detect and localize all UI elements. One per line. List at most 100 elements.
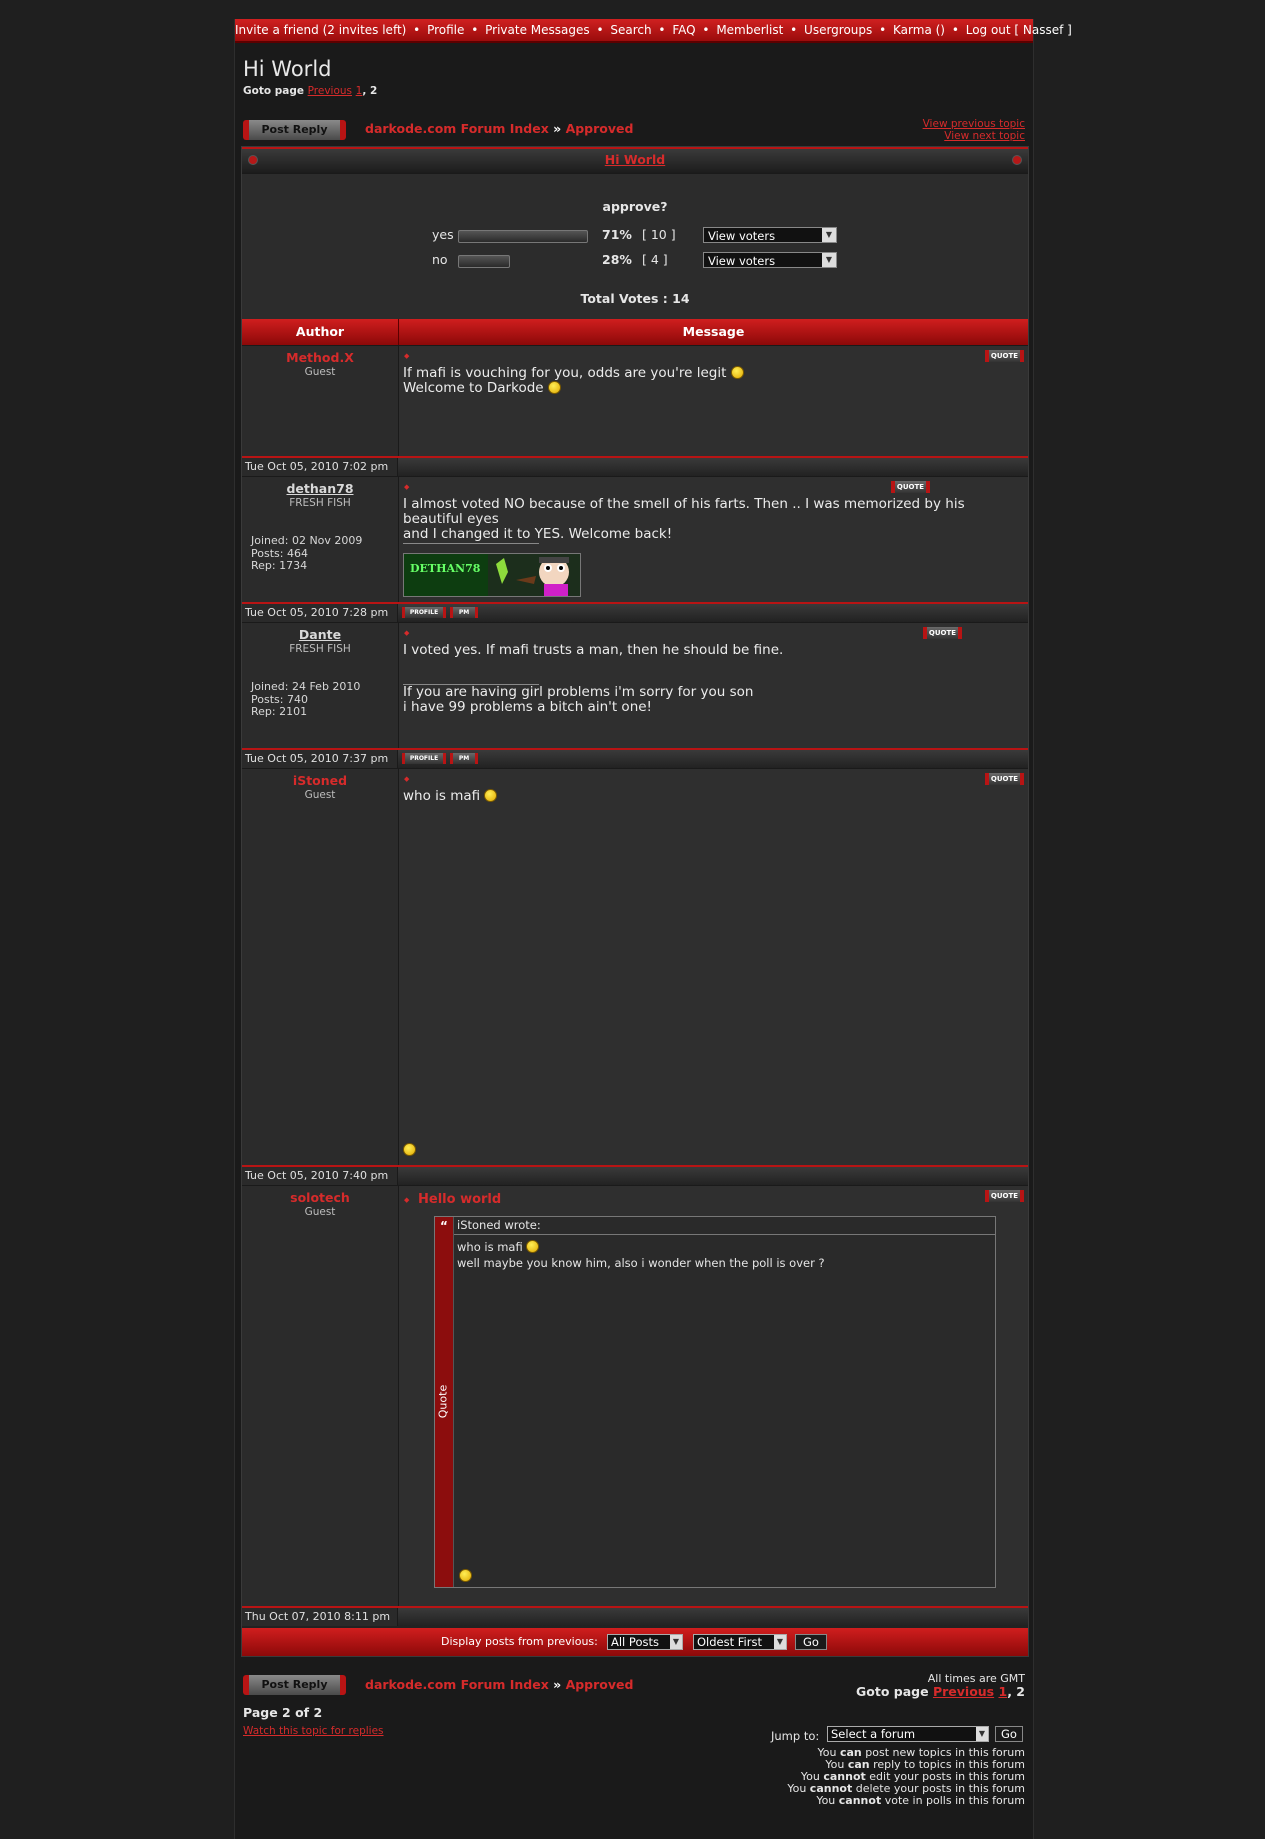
watch-topic-link[interactable]: Watch this topic for replies bbox=[243, 1725, 384, 1737]
view-previous-topic-link[interactable]: View previous topic bbox=[923, 118, 1025, 130]
nav-separator: • bbox=[790, 23, 798, 37]
post-row: Dante FRESH FISH Joined: 24 Feb 2010 Pos… bbox=[242, 622, 1028, 748]
quote-button[interactable]: QUOTE bbox=[891, 481, 930, 493]
nav-logout[interactable]: Log out [ Nassef ] bbox=[966, 23, 1072, 37]
goto-label: Goto page bbox=[856, 1684, 929, 1699]
view-next-topic-link[interactable]: View next topic bbox=[923, 130, 1025, 142]
profile-button[interactable]: PROFILE bbox=[402, 753, 446, 764]
post-row: dethan78 FRESH FISH Joined: 02 Nov 2009 … bbox=[242, 476, 1028, 602]
quote-button[interactable]: QUOTE bbox=[923, 627, 962, 639]
post-date: Thu Oct 07, 2010 8:11 pm bbox=[242, 1608, 398, 1626]
page-of-label: Page 2 of 2 bbox=[243, 1705, 323, 1720]
breadcrumb-forum-link[interactable]: Approved bbox=[566, 1677, 634, 1692]
chevron-down-icon: ▼ bbox=[774, 1635, 786, 1649]
nav-separator: • bbox=[879, 23, 887, 37]
jump-go-button[interactable]: Go bbox=[995, 1726, 1023, 1742]
quote-block: “ Quote iStoned wrote: who is mafi well … bbox=[434, 1216, 996, 1588]
view-voters-value: View voters bbox=[708, 229, 776, 243]
poll-question: approve? bbox=[602, 199, 668, 214]
post-text-line: I voted yes. If mafi trusts a man, then … bbox=[403, 642, 784, 658]
nav-private-messages[interactable]: Private Messages bbox=[485, 23, 590, 37]
post-author-name[interactable]: iStoned bbox=[242, 773, 398, 788]
signature-text: If you are having girl problems i'm sorr… bbox=[403, 685, 753, 715]
post-author-rank: FRESH FISH bbox=[289, 643, 351, 655]
post-link-icon[interactable]: ◆ bbox=[404, 629, 409, 637]
perm-post: vote in polls in this forum bbox=[881, 1794, 1025, 1807]
post-link-icon[interactable]: ◆ bbox=[404, 1196, 409, 1204]
author-joined: Joined: 02 Nov 2009 bbox=[251, 534, 363, 547]
poll-option-label: no bbox=[432, 252, 448, 267]
pm-button[interactable]: PM bbox=[450, 753, 478, 764]
breadcrumb-index-link[interactable]: darkode.com Forum Index bbox=[365, 1677, 549, 1692]
post-body: I voted yes. If mafi trusts a man, then … bbox=[403, 643, 783, 658]
quote-text-line: well maybe you know him, also i wonder w… bbox=[457, 1256, 825, 1270]
goto-previous-link[interactable]: Previous bbox=[933, 1684, 994, 1699]
poll-percent-yes: 71% bbox=[602, 227, 632, 242]
post-message-cell: ◆ QUOTE I voted yes. If mafi trusts a ma… bbox=[399, 623, 1028, 748]
poll-title-bar: Hi World bbox=[242, 147, 1028, 173]
post-author-rank: Guest bbox=[304, 789, 336, 801]
goto-label: Goto page bbox=[243, 85, 304, 97]
post-subject: Hello world bbox=[418, 1192, 502, 1207]
view-voters-select-no[interactable]: View voters ▼ bbox=[703, 252, 837, 268]
post-author-cell: Dante FRESH FISH Joined: 24 Feb 2010 Pos… bbox=[242, 623, 399, 748]
signature-banner-text: DETHAN78 bbox=[410, 562, 481, 575]
post-author-name[interactable]: Dante bbox=[242, 627, 398, 642]
quote-sidebar: “ Quote bbox=[435, 1217, 454, 1587]
topic-table: Hi World approve? yes 71% [ 10 ] View vo… bbox=[241, 146, 1029, 1657]
post-footer: Thu Oct 07, 2010 8:11 pm bbox=[242, 1606, 1028, 1626]
breadcrumb-arrow: » bbox=[553, 121, 562, 136]
quote-author: iStoned wrote: bbox=[454, 1217, 995, 1235]
quote-button[interactable]: QUOTE bbox=[985, 773, 1024, 785]
post-author-info: Joined: 24 Feb 2010 Posts: 740 Rep: 2101 bbox=[251, 680, 360, 719]
chevron-down-icon: ▼ bbox=[822, 253, 836, 267]
post-author-info: Joined: 02 Nov 2009 Posts: 464 Rep: 1734 bbox=[251, 534, 363, 573]
table-header: Author Message bbox=[242, 319, 1028, 345]
post-author-name[interactable]: solotech bbox=[242, 1190, 398, 1205]
post-author-name[interactable]: Method.X bbox=[242, 350, 398, 365]
poll-title-link[interactable]: Hi World bbox=[605, 152, 665, 167]
breadcrumb-index-link[interactable]: darkode.com Forum Index bbox=[365, 121, 549, 136]
nav-profile[interactable]: Profile bbox=[427, 23, 464, 37]
post-text-line: and I changed it to YES. Welcome back! bbox=[403, 526, 673, 542]
nav-search[interactable]: Search bbox=[610, 23, 651, 37]
post-author-rank: FRESH FISH bbox=[289, 497, 351, 509]
poll-bar-no bbox=[458, 255, 510, 268]
nav-faq[interactable]: FAQ bbox=[672, 23, 695, 37]
nav-invite[interactable]: Invite a friend (2 invites left) bbox=[235, 23, 406, 37]
goto-previous-link[interactable]: Previous bbox=[308, 85, 352, 97]
pm-button[interactable]: PM bbox=[450, 607, 478, 618]
goto-page-1-link[interactable]: 1 bbox=[998, 1684, 1007, 1699]
nav-usergroups[interactable]: Usergroups bbox=[804, 23, 872, 37]
quote-button[interactable]: QUOTE bbox=[985, 1190, 1024, 1202]
breadcrumb-bottom: darkode.com Forum Index » Approved bbox=[365, 1677, 633, 1692]
post-author-rank: Guest bbox=[304, 1206, 336, 1218]
post-link-icon[interactable]: ◆ bbox=[404, 352, 409, 360]
display-range-select[interactable]: All Posts ▼ bbox=[607, 1634, 683, 1650]
nav-karma[interactable]: Karma () bbox=[893, 23, 945, 37]
display-order-value: Oldest First bbox=[697, 1635, 762, 1649]
post-body: I almost voted NO because of the smell o… bbox=[403, 497, 1023, 542]
poll-count-no: [ 4 ] bbox=[642, 252, 668, 267]
display-go-button[interactable]: Go bbox=[795, 1634, 827, 1650]
post-link-icon[interactable]: ◆ bbox=[404, 483, 409, 491]
post-reply-button-bottom[interactable]: Post Reply bbox=[243, 1675, 346, 1695]
post-link-icon[interactable]: ◆ bbox=[404, 775, 409, 783]
post-text-line: who is mafi bbox=[403, 788, 481, 804]
post-author-name[interactable]: dethan78 bbox=[242, 481, 398, 496]
corner-dot-icon bbox=[248, 155, 258, 165]
nav-memberlist[interactable]: Memberlist bbox=[716, 23, 783, 37]
quote-button[interactable]: QUOTE bbox=[985, 350, 1024, 362]
top-navbar: Invite a friend (2 invites left) • Profi… bbox=[235, 19, 1072, 43]
view-voters-select-yes[interactable]: View voters ▼ bbox=[703, 227, 837, 243]
profile-button[interactable]: PROFILE bbox=[402, 607, 446, 618]
jump-to-select[interactable]: Select a forum ▼ bbox=[827, 1726, 989, 1742]
display-order-select[interactable]: Oldest First ▼ bbox=[693, 1634, 787, 1650]
nav-separator: • bbox=[951, 23, 959, 37]
signature-banner-image: DETHAN78 bbox=[403, 553, 581, 597]
post-footer-buttons: PROFILE PM bbox=[398, 604, 1028, 622]
goto-page-top: Goto page Previous 1, 2 bbox=[243, 85, 377, 97]
breadcrumb-forum-link[interactable]: Approved bbox=[566, 121, 634, 136]
post-reply-button[interactable]: Post Reply bbox=[243, 120, 346, 140]
post-footer-buttons bbox=[398, 1608, 1028, 1626]
